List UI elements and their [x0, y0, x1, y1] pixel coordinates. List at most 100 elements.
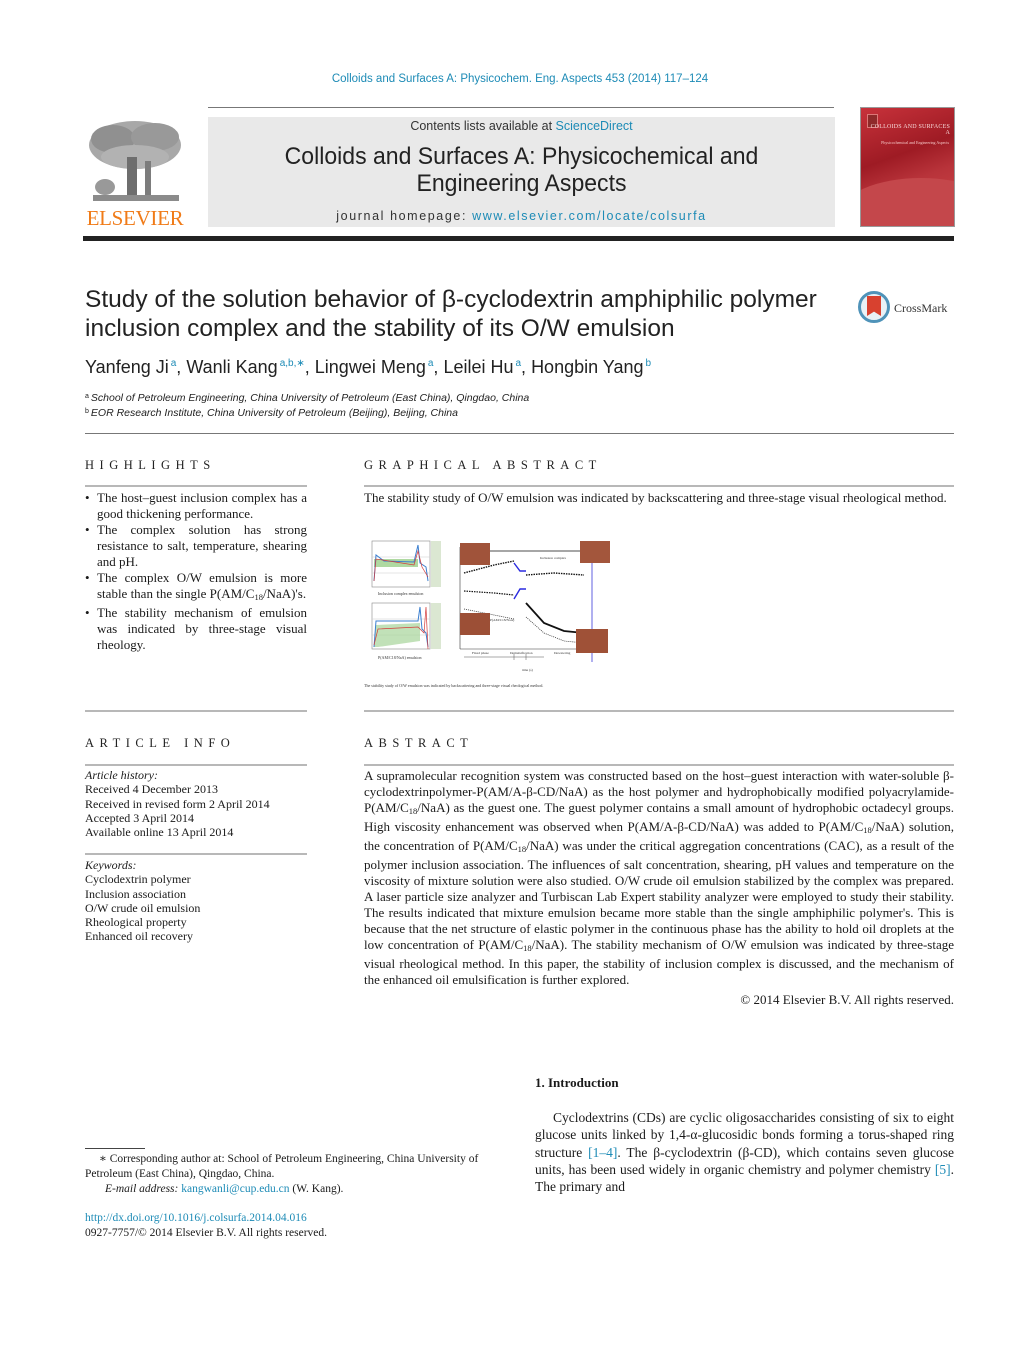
author-name: Wanli Kang	[186, 357, 278, 377]
author-name: Yanfeng Ji	[85, 357, 169, 377]
tree-icon	[83, 117, 187, 207]
journal-title[interactable]: Colloids and Surfaces A: Physicochemical…	[227, 143, 816, 197]
history-item: Received in revised form 2 April 2014	[85, 796, 270, 811]
crossmark-button[interactable]: CrossMark	[858, 291, 958, 329]
panel-bottom-caption: P(AM/C18/NaA) emulsion	[378, 655, 421, 660]
stage-label-1: Fixed phase	[472, 651, 489, 655]
backscattering-panel-top	[371, 540, 441, 588]
footnote-marker: ∗	[99, 1153, 107, 1165]
email-label: E-mail address:	[105, 1183, 179, 1195]
curve-label-top: Inclusion complex	[540, 556, 566, 560]
section-divider	[85, 433, 954, 434]
journal-citation-link[interactable]: Colloids and Surfaces A: Physicochem. En…	[0, 73, 1020, 85]
journal-banner: Contents lists available at ScienceDirec…	[208, 117, 835, 227]
author: Lingwei Meng a	[315, 357, 434, 377]
author: Wanli Kang a,b,∗	[186, 357, 304, 377]
reference-link[interactable]: [5]	[935, 1162, 951, 1177]
contents-prefix: Contents lists available at	[410, 119, 556, 133]
doi-link[interactable]: http://dx.doi.org/10.1016/j.colsurfa.201…	[85, 1212, 307, 1224]
author-affiliation-link[interactable]: a	[171, 358, 177, 369]
journal-title-line1: Colloids and Surfaces A: Physicochemical…	[284, 143, 759, 170]
email-link[interactable]: kangwanli@cup.edu.cn	[181, 1183, 289, 1195]
emulsion-photo	[460, 613, 490, 635]
graphical-abstract-rule	[364, 485, 954, 487]
panel-top-caption: Inclusion complex emulsion	[378, 591, 423, 596]
stage-label-2: Demulsification	[510, 651, 533, 655]
issn-copyright: 0927-7757/© 2014 Elsevier B.V. All right…	[85, 1227, 328, 1239]
abstract-rule	[364, 764, 954, 766]
sciencedirect-link[interactable]: ScienceDirect	[556, 119, 633, 133]
contents-line: Contents lists available at ScienceDirec…	[208, 119, 835, 133]
emulsion-photo	[576, 629, 608, 653]
author-affiliation-link[interactable]: a	[428, 358, 434, 369]
graphical-abstract-svg: Inclusion complex emulsion P(AM/C18/NaA)…	[364, 540, 610, 688]
keyword-item: Rheological property	[85, 915, 187, 930]
x-axis-label: time (s)	[522, 668, 534, 672]
author-affiliation-link[interactable]: a,b,∗	[280, 358, 305, 369]
figure-caption: The stability study of O/W emulsion was …	[364, 683, 543, 688]
section-divider	[85, 710, 307, 712]
affiliation-text: School of Petroleum Engineering, China U…	[90, 392, 530, 404]
journal-homepage-link[interactable]: www.elsevier.com/locate/colsurfa	[472, 209, 707, 223]
backscattering-panel-bottom	[371, 602, 441, 650]
graphical-abstract-heading: GRAPHICAL ABSTRACT	[364, 458, 602, 472]
elsevier-wordmark: ELSEVIER	[86, 206, 184, 230]
keyword-item: O/W crude oil emulsion	[85, 900, 201, 915]
highlights-heading: HIGHLIGHTS	[85, 458, 216, 472]
history-item: Received 4 December 2013	[85, 782, 218, 797]
stage-label-3: Dewatering	[554, 651, 571, 655]
highlight-item: The complex solution has strong resistan…	[85, 522, 307, 570]
doi-block: http://dx.doi.org/10.1016/j.colsurfa.201…	[85, 1211, 510, 1241]
affiliation-marker: a	[85, 393, 89, 400]
keyword-item: Inclusion association	[85, 886, 186, 901]
author: Yanfeng Ji a	[85, 357, 176, 377]
introduction-heading: 1. Introduction	[535, 1075, 619, 1090]
highlight-item: The complex O/W emulsion is more stable …	[85, 570, 307, 605]
corresponding-text: Corresponding author at: School of Petro…	[85, 1153, 479, 1180]
affiliation-marker: b	[85, 408, 89, 415]
affiliation-text: EOR Research Institute, China University…	[90, 407, 458, 419]
author-list: Yanfeng Ji a, Wanli Kang a,b,∗, Lingwei Me…	[85, 357, 652, 377]
history-item: Accepted 3 April 2014	[85, 810, 194, 825]
keywords-rule	[85, 853, 307, 855]
highlight-item: The stability mechanism of emulsion was …	[85, 605, 307, 653]
affiliations: a School of Petroleum Engineering, China …	[85, 390, 529, 420]
emulsion-photo	[460, 543, 490, 565]
history-item: Available online 13 April 2014	[85, 825, 234, 840]
footnote-rule	[85, 1148, 145, 1149]
history-label: Article history:	[85, 768, 158, 782]
highlights-list: The host–guest inclusion complex has a g…	[85, 490, 307, 653]
cover-wave-decoration	[861, 178, 954, 226]
keyword-item: Cyclodextrin polymer	[85, 872, 191, 887]
affiliation-b: b EOR Research Institute, China Universit…	[85, 405, 529, 420]
section-divider	[364, 710, 954, 712]
cover-title: COLLOIDS AND SURFACES A	[870, 124, 950, 136]
author-affiliation-link[interactable]: a	[515, 358, 521, 369]
reference-link[interactable]: [1–4]	[588, 1145, 617, 1160]
keyword-item: Enhanced oil recovery	[85, 929, 193, 944]
header-thick-rule	[83, 236, 954, 241]
homepage-line: journal homepage: www.elsevier.com/locat…	[208, 209, 835, 223]
author: Leilei Hu a	[443, 357, 521, 377]
keywords: Keywords: Cyclodextrin polymer Inclusion…	[85, 858, 307, 944]
article-title: Study of the solution behavior of β-cycl…	[85, 286, 817, 342]
abstract-text: A supramolecular recognition system was …	[364, 768, 955, 987]
author-affiliation-link[interactable]: b	[646, 358, 652, 369]
author-name: Leilei Hu	[443, 357, 514, 377]
curve-label-bottom: P(AM/C18/NaA)	[490, 618, 515, 622]
article-history: Article history: Received 4 December 201…	[85, 768, 307, 839]
email-line: E-mail address: kangwanli@cup.edu.cn (W.…	[85, 1182, 510, 1197]
abstract-heading: ABSTRACT	[364, 736, 474, 750]
corresponding-author-footnote: ∗ Corresponding author at: School of Pet…	[85, 1152, 510, 1197]
author: Hongbin Yang b	[531, 357, 651, 377]
journal-cover-thumbnail[interactable]: COLLOIDS AND SURFACES A Physicochemical …	[860, 107, 955, 227]
article-info-heading: ARTICLE INFO	[85, 736, 236, 750]
journal-title-line2: Engineering Aspects	[416, 170, 627, 197]
emulsion-photo	[580, 541, 610, 563]
graphical-abstract-text: The stability study of O/W emulsion was …	[364, 490, 947, 505]
abstract-copyright: © 2014 Elsevier B.V. All rights reserved…	[740, 992, 954, 1007]
author-name: Hongbin Yang	[531, 357, 644, 377]
cover-subtitle: Physicochemical and Engineering Aspects	[881, 140, 949, 145]
graphical-abstract-figure[interactable]: Inclusion complex emulsion P(AM/C18/NaA)…	[364, 537, 614, 697]
header-rule	[208, 107, 834, 108]
